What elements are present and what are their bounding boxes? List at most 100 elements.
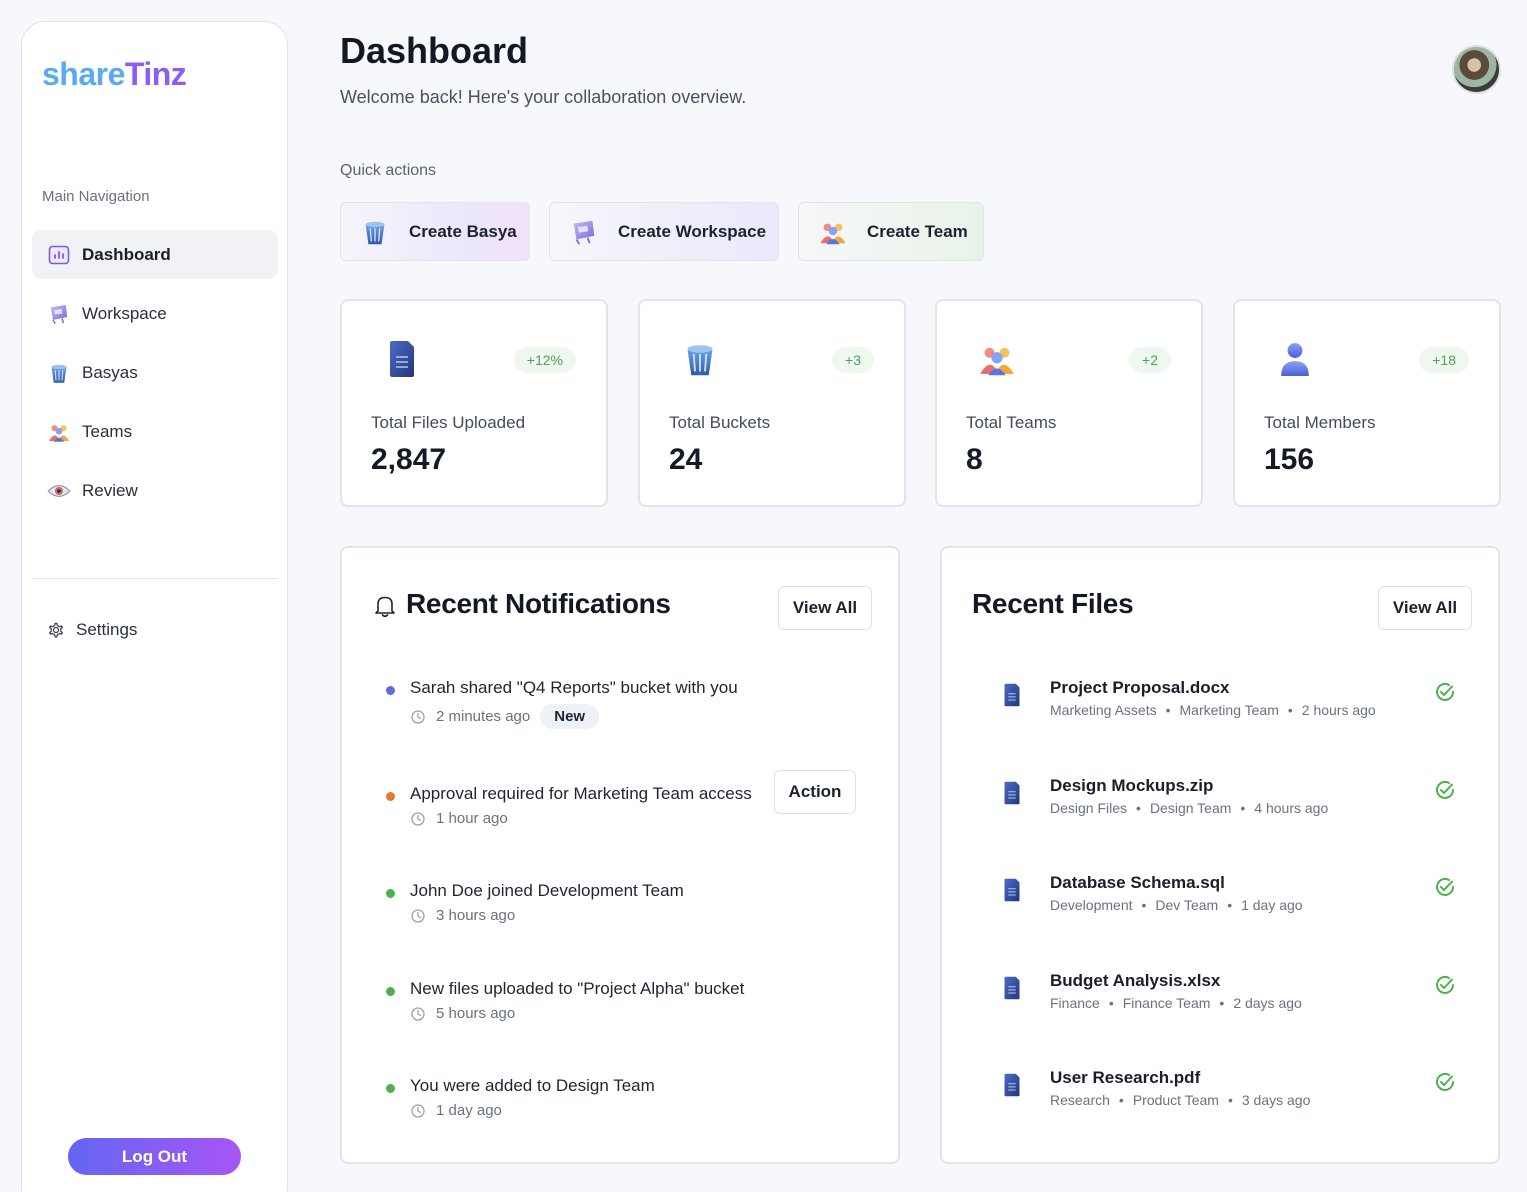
- clock-icon: [410, 908, 426, 924]
- notification-message: John Doe joined Development Team: [410, 881, 684, 900]
- create-team-label: Create Team: [867, 221, 968, 241]
- file-time: 1 day ago: [1241, 897, 1303, 913]
- sidebar-item-review[interactable]: Review: [32, 466, 278, 515]
- status-dot: [386, 1084, 395, 1093]
- notification-meta: 3 hours ago: [410, 907, 515, 924]
- file-meta: Design Files • Design Team • 4 hours ago: [1050, 800, 1329, 816]
- stat-card-buckets: +3 Total Buckets 24: [638, 299, 906, 507]
- file-icon: [382, 337, 422, 381]
- stat-label: Total Buckets: [669, 413, 771, 432]
- file-meta: Marketing Assets • Marketing Team • 2 hours …: [1050, 702, 1376, 718]
- sidebar-item-settings[interactable]: Settings: [46, 620, 137, 640]
- file-team: Dev Team: [1155, 897, 1219, 913]
- notification-message: New files uploaded to "Project Alpha" bu…: [410, 979, 745, 998]
- notification-time: 1 day ago: [436, 1102, 502, 1119]
- file-name: Budget Analysis.xlsx: [1050, 971, 1221, 990]
- file-icon: [1002, 1072, 1022, 1103]
- create-workspace-button[interactable]: Create Workspace: [549, 202, 779, 261]
- file-name: Design Mockups.zip: [1050, 776, 1214, 795]
- bucket-icon: [46, 361, 72, 385]
- file-time: 4 hours ago: [1254, 800, 1329, 816]
- check-circle-icon: [1434, 779, 1456, 806]
- create-basya-button[interactable]: Create Basya: [340, 202, 530, 261]
- recent-files-title: Recent Files: [972, 588, 1134, 619]
- stat-value: 2,847: [371, 443, 447, 476]
- file-folder: Finance: [1050, 995, 1100, 1011]
- clock-icon: [410, 709, 426, 725]
- bell-icon: [374, 594, 396, 618]
- check-circle-icon: [1434, 681, 1456, 708]
- clock-icon: [410, 811, 426, 827]
- quick-actions-title: Quick actions: [340, 162, 437, 179]
- file-row[interactable]: Design Mockups.zip Design Files • Design T…: [1002, 776, 1472, 826]
- create-team-button[interactable]: Create Team: [798, 202, 984, 261]
- file-folder: Research: [1050, 1092, 1110, 1108]
- stat-change-badge: +3: [832, 347, 874, 373]
- stat-card-teams: +2 Total Teams 8: [935, 299, 1203, 507]
- status-dot: [386, 792, 395, 801]
- notification-action-button[interactable]: Action: [774, 770, 856, 814]
- clock-icon: [410, 1006, 426, 1022]
- notification-meta: 1 day ago: [410, 1102, 502, 1119]
- file-team: Finance Team: [1122, 995, 1211, 1011]
- stat-card-members: +18 Total Members 156: [1233, 299, 1501, 507]
- stat-label: Total Members: [1264, 413, 1376, 432]
- notification-message: Approval required for Marketing Team acc…: [410, 784, 752, 803]
- sidebar-item-label: Dashboard: [82, 244, 171, 264]
- file-icon: [1002, 877, 1022, 908]
- recent-notifications-panel: Recent Notifications View All Sarah shar…: [340, 546, 900, 1164]
- workspace-icon: [568, 216, 600, 248]
- file-row[interactable]: Project Proposal.docx Marketing Assets • M…: [1002, 678, 1472, 728]
- status-dot: [386, 987, 395, 996]
- file-meta: Development • Dev Team • 1 day ago: [1050, 897, 1303, 913]
- create-basya-label: Create Basya: [409, 221, 517, 241]
- stat-change-badge: +2: [1129, 347, 1171, 373]
- sidebar-item-basyas[interactable]: Basyas: [32, 348, 278, 397]
- logout-button[interactable]: Log Out: [68, 1138, 241, 1175]
- sidebar-item-label: Basyas: [82, 362, 138, 382]
- eye-icon: [46, 479, 72, 503]
- file-row[interactable]: Budget Analysis.xlsx Finance • Finance Tea…: [1002, 971, 1472, 1021]
- notifications-title: Recent Notifications: [406, 588, 671, 619]
- sidebar-item-label: Workspace: [82, 303, 167, 323]
- team-icon: [977, 337, 1017, 381]
- notification-meta: 1 hour ago: [410, 810, 508, 827]
- sidebar-item-workspace[interactable]: Workspace: [32, 289, 278, 338]
- file-row[interactable]: User Research.pdf Research • Product Team •…: [1002, 1068, 1472, 1118]
- clock-icon: [410, 1103, 426, 1119]
- page-subtitle: Welcome back! Here's your collaboration …: [340, 87, 747, 107]
- notification-meta: 5 hours ago: [410, 1005, 515, 1022]
- file-folder: Development: [1050, 897, 1133, 913]
- brand-logo[interactable]: shareTinz: [42, 56, 187, 93]
- file-team: Marketing Team: [1179, 702, 1279, 718]
- settings-label: Settings: [76, 620, 138, 639]
- avatar[interactable]: [1452, 45, 1501, 94]
- file-icon: [1002, 780, 1022, 811]
- notification-time: 1 hour ago: [436, 810, 508, 827]
- file-row[interactable]: Database Schema.sql Development • Dev Team…: [1002, 873, 1472, 923]
- files-view-all-button[interactable]: View All: [1378, 586, 1472, 630]
- notification-meta: 2 minutes ago New: [410, 704, 600, 729]
- bucket-icon: [680, 337, 720, 381]
- team-icon: [817, 216, 849, 248]
- check-circle-icon: [1434, 876, 1456, 903]
- recent-files-panel: Recent Files View All Project Proposal.d…: [940, 546, 1500, 1164]
- sidebar-divider: [32, 578, 278, 579]
- file-name: Project Proposal.docx: [1050, 678, 1230, 697]
- sidebar: shareTinz Main Navigation Dashboard Work…: [21, 21, 288, 1192]
- stat-change-badge: +12%: [513, 347, 576, 373]
- unread-dot: [386, 686, 395, 695]
- notifications-view-all-button[interactable]: View All: [778, 586, 872, 630]
- file-meta: Research • Product Team • 3 days ago: [1050, 1092, 1311, 1108]
- chart-icon: [46, 243, 72, 267]
- sidebar-item-teams[interactable]: Teams: [32, 407, 278, 456]
- notification-time: 5 hours ago: [436, 1005, 516, 1022]
- sidebar-item-dashboard[interactable]: Dashboard: [32, 230, 278, 279]
- notification-time: 2 minutes ago: [436, 708, 531, 725]
- check-circle-icon: [1434, 1071, 1456, 1098]
- stat-value: 156: [1264, 443, 1315, 476]
- notification-message: You were added to Design Team: [410, 1076, 655, 1095]
- file-meta: Finance • Finance Team • 2 days ago: [1050, 995, 1302, 1011]
- file-team: Design Team: [1149, 800, 1232, 816]
- sidebar-item-label: Teams: [82, 421, 133, 441]
